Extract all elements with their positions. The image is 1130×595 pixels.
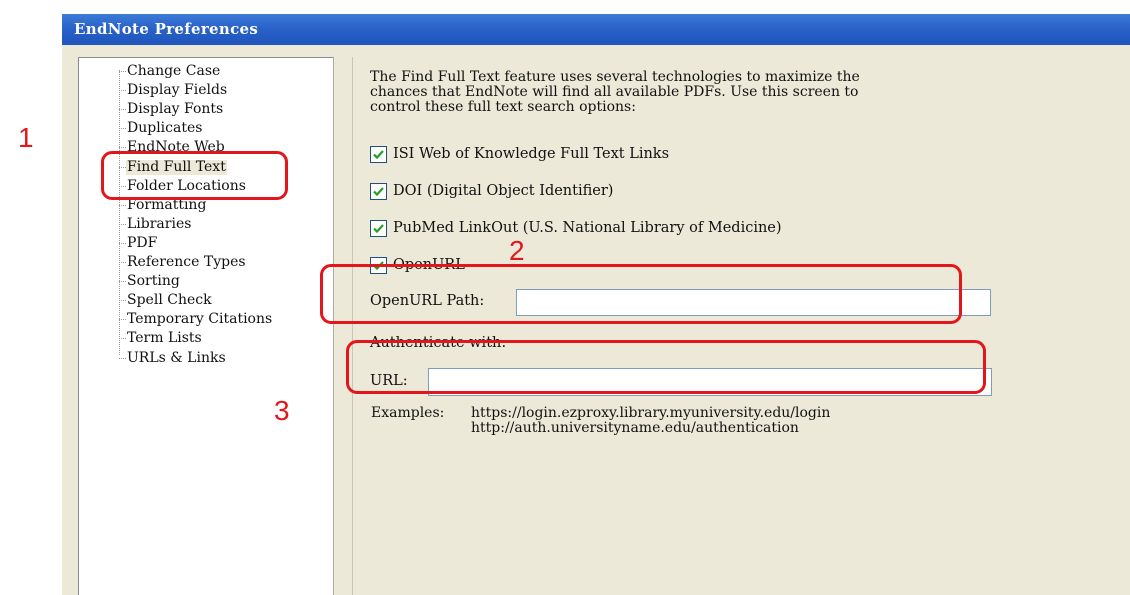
intro-line: The Find Full Text feature uses several … bbox=[370, 69, 860, 85]
option-openurl-row[interactable]: OpenURL bbox=[370, 255, 465, 275]
sidebar-item-label: URLs & Links bbox=[127, 349, 226, 366]
window-title: EndNote Preferences bbox=[74, 20, 259, 38]
tree-connector bbox=[119, 242, 126, 244]
sidebar-item-label: Temporary Citations bbox=[127, 311, 273, 328]
sidebar-item[interactable]: Duplicates bbox=[119, 119, 203, 138]
pubmed-checkbox[interactable] bbox=[370, 219, 387, 237]
sidebar-item[interactable]: Folder Locations bbox=[119, 177, 247, 196]
tree-connector bbox=[119, 90, 126, 92]
intro-line: chances that EndNote will find all avail… bbox=[370, 84, 859, 100]
checkmark-icon bbox=[373, 223, 384, 233]
cropped-heading-strip bbox=[0, 0, 1130, 8]
checkmark-icon bbox=[373, 186, 384, 196]
sidebar-item-label: Term Lists bbox=[127, 330, 202, 347]
option-label: DOI (Digital Object Identifier) bbox=[393, 183, 614, 199]
sidebar-item[interactable]: Reference Types bbox=[119, 253, 247, 272]
tree-connector bbox=[119, 109, 126, 111]
tree-connector bbox=[119, 204, 126, 206]
sidebar-item-label: Sorting bbox=[127, 273, 180, 290]
option-label: OpenURL bbox=[393, 257, 465, 273]
sidebar-item-label: Display Fonts bbox=[127, 101, 224, 118]
sidebar-item-label: PDF bbox=[127, 234, 158, 251]
sidebar-item-label: EndNote Web bbox=[127, 139, 225, 156]
authenticate-with-label: Authenticate with: bbox=[370, 335, 507, 351]
sidebar-item-label: Spell Check bbox=[127, 292, 212, 309]
option-pubmed-row[interactable]: PubMed LinkOut (U.S. National Library of… bbox=[370, 218, 782, 238]
option-isi-row[interactable]: ISI Web of Knowledge Full Text Links bbox=[370, 144, 669, 164]
pane-splitter[interactable] bbox=[333, 57, 352, 595]
sidebar-item-label: Formatting bbox=[127, 196, 207, 213]
preferences-tree: Change Case Display Fields Display Fonts Du… bbox=[78, 57, 351, 595]
sidebar-item-label: Duplicates bbox=[127, 120, 203, 137]
tree-connector bbox=[119, 262, 126, 263]
sidebar-item[interactable]: Libraries bbox=[119, 215, 192, 234]
sidebar-item-label: Display Fields bbox=[127, 82, 228, 99]
title-bar[interactable]: EndNote Preferences bbox=[62, 14, 1130, 45]
intro-line: control these full text search options: bbox=[370, 99, 636, 115]
tree-connector bbox=[119, 319, 126, 321]
sidebar-item-label: Reference Types bbox=[127, 254, 246, 270]
tree-connector bbox=[119, 281, 126, 283]
tree-connector bbox=[119, 128, 126, 130]
sidebar-item[interactable]: URLs & Links bbox=[119, 349, 227, 368]
find-full-text-panel: The Find Full Text feature uses several … bbox=[352, 57, 1130, 595]
url-field-label: URL: bbox=[370, 373, 408, 389]
preferences-dialog: EndNote Preferences Change Case Display F… bbox=[62, 14, 1130, 595]
tree-connector bbox=[119, 71, 126, 72]
option-label: PubMed LinkOut (U.S. National Library of… bbox=[393, 220, 782, 236]
sidebar-item[interactable]: Find Full Text bbox=[119, 158, 227, 177]
openurl-checkbox[interactable] bbox=[370, 256, 387, 274]
sidebar-item[interactable]: Temporary Citations bbox=[119, 310, 273, 329]
sidebar-item[interactable]: Spell Check bbox=[119, 291, 213, 310]
examples-label: Examples: bbox=[371, 405, 445, 421]
sidebar-item[interactable]: EndNote Web bbox=[119, 138, 226, 157]
sidebar-item[interactable]: Term Lists bbox=[119, 329, 203, 348]
openurl-path-input[interactable] bbox=[516, 289, 991, 316]
tree-connector bbox=[119, 185, 126, 187]
sidebar-item[interactable]: Display Fonts bbox=[119, 100, 224, 119]
option-doi-row[interactable]: DOI (Digital Object Identifier) bbox=[370, 181, 613, 201]
checkmark-icon bbox=[373, 260, 384, 270]
tree-connector bbox=[119, 166, 126, 168]
option-label: ISI Web of Knowledge Full Text Links bbox=[393, 146, 670, 162]
sidebar-item-label: Folder Locations bbox=[127, 177, 246, 194]
tree-connector bbox=[119, 357, 126, 359]
tree-connector bbox=[119, 300, 126, 302]
example-url: http://auth.universityname.edu/authentic… bbox=[471, 420, 799, 436]
annotation-number-1: 1 bbox=[18, 122, 34, 153]
sidebar-item[interactable]: Sorting bbox=[119, 272, 181, 291]
checkmark-icon bbox=[373, 149, 384, 159]
openurl-path-label: OpenURL Path: bbox=[370, 293, 485, 309]
tree-connector bbox=[119, 223, 126, 225]
authenticate-url-input[interactable] bbox=[428, 368, 992, 396]
sidebar-item[interactable]: Display Fields bbox=[119, 81, 228, 100]
sidebar-item-label: Change Case bbox=[127, 63, 221, 79]
sidebar-item-label: Find Full Text bbox=[126, 158, 227, 175]
annotation-number-2: 2 bbox=[509, 235, 525, 266]
sidebar-item[interactable]: Formatting bbox=[119, 196, 207, 215]
sidebar-item[interactable]: Change Case bbox=[119, 62, 221, 81]
doi-checkbox[interactable] bbox=[370, 182, 387, 200]
isi-checkbox[interactable] bbox=[370, 145, 387, 163]
sidebar-item[interactable]: PDF bbox=[119, 234, 158, 253]
tree-connector bbox=[119, 147, 126, 149]
sidebar-item-label: Libraries bbox=[127, 215, 192, 232]
example-url: https://login.ezproxy.library.myuniversi… bbox=[471, 405, 831, 421]
intro-text: The Find Full Text feature uses several … bbox=[370, 70, 970, 115]
tree-connector bbox=[119, 338, 126, 340]
annotation-number-3: 3 bbox=[274, 395, 290, 426]
